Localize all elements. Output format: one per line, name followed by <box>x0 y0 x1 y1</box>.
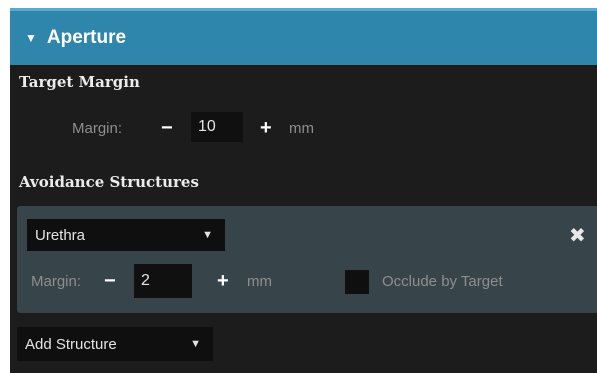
occlude-by-target-checkbox[interactable] <box>345 270 369 294</box>
occlude-by-target-label: Occlude by Target <box>382 273 503 290</box>
structure-margin-label: Margin: <box>31 273 82 290</box>
add-structure-label: Add Structure <box>25 335 117 353</box>
aperture-panel: ▼ Aperture Target Margin Margin: − + mm … <box>10 8 597 373</box>
target-margin-unit: mm <box>289 120 314 137</box>
structure-margin-minus-button[interactable]: − <box>104 271 116 291</box>
remove-structure-icon[interactable]: ✖ <box>569 223 586 248</box>
structure-margin-input[interactable] <box>134 264 192 298</box>
structure-margin-unit: mm <box>247 273 272 290</box>
structure-select[interactable]: Urethra ▼ <box>27 219 225 251</box>
structure-select-value: Urethra <box>35 226 86 244</box>
collapse-triangle-icon[interactable]: ▼ <box>25 31 37 45</box>
aperture-header[interactable]: ▼ Aperture <box>10 8 597 65</box>
chevron-down-icon: ▼ <box>202 229 213 241</box>
target-margin-label: Margin: <box>72 120 123 137</box>
target-margin-input[interactable] <box>191 112 243 142</box>
structure-margin-plus-button[interactable]: + <box>217 271 229 291</box>
avoidance-structures-title: Avoidance Structures <box>19 173 199 191</box>
chevron-down-icon: ▼ <box>190 338 201 350</box>
add-structure-select[interactable]: Add Structure ▼ <box>17 327 213 361</box>
panel-title: Aperture <box>46 27 127 48</box>
target-margin-minus-button[interactable]: − <box>161 118 173 138</box>
target-margin-title: Target Margin <box>19 73 140 91</box>
target-margin-plus-button[interactable]: + <box>260 118 272 138</box>
structure-card: Urethra ▼ ✖ Margin: − + mm Occlude by Ta… <box>17 206 597 313</box>
